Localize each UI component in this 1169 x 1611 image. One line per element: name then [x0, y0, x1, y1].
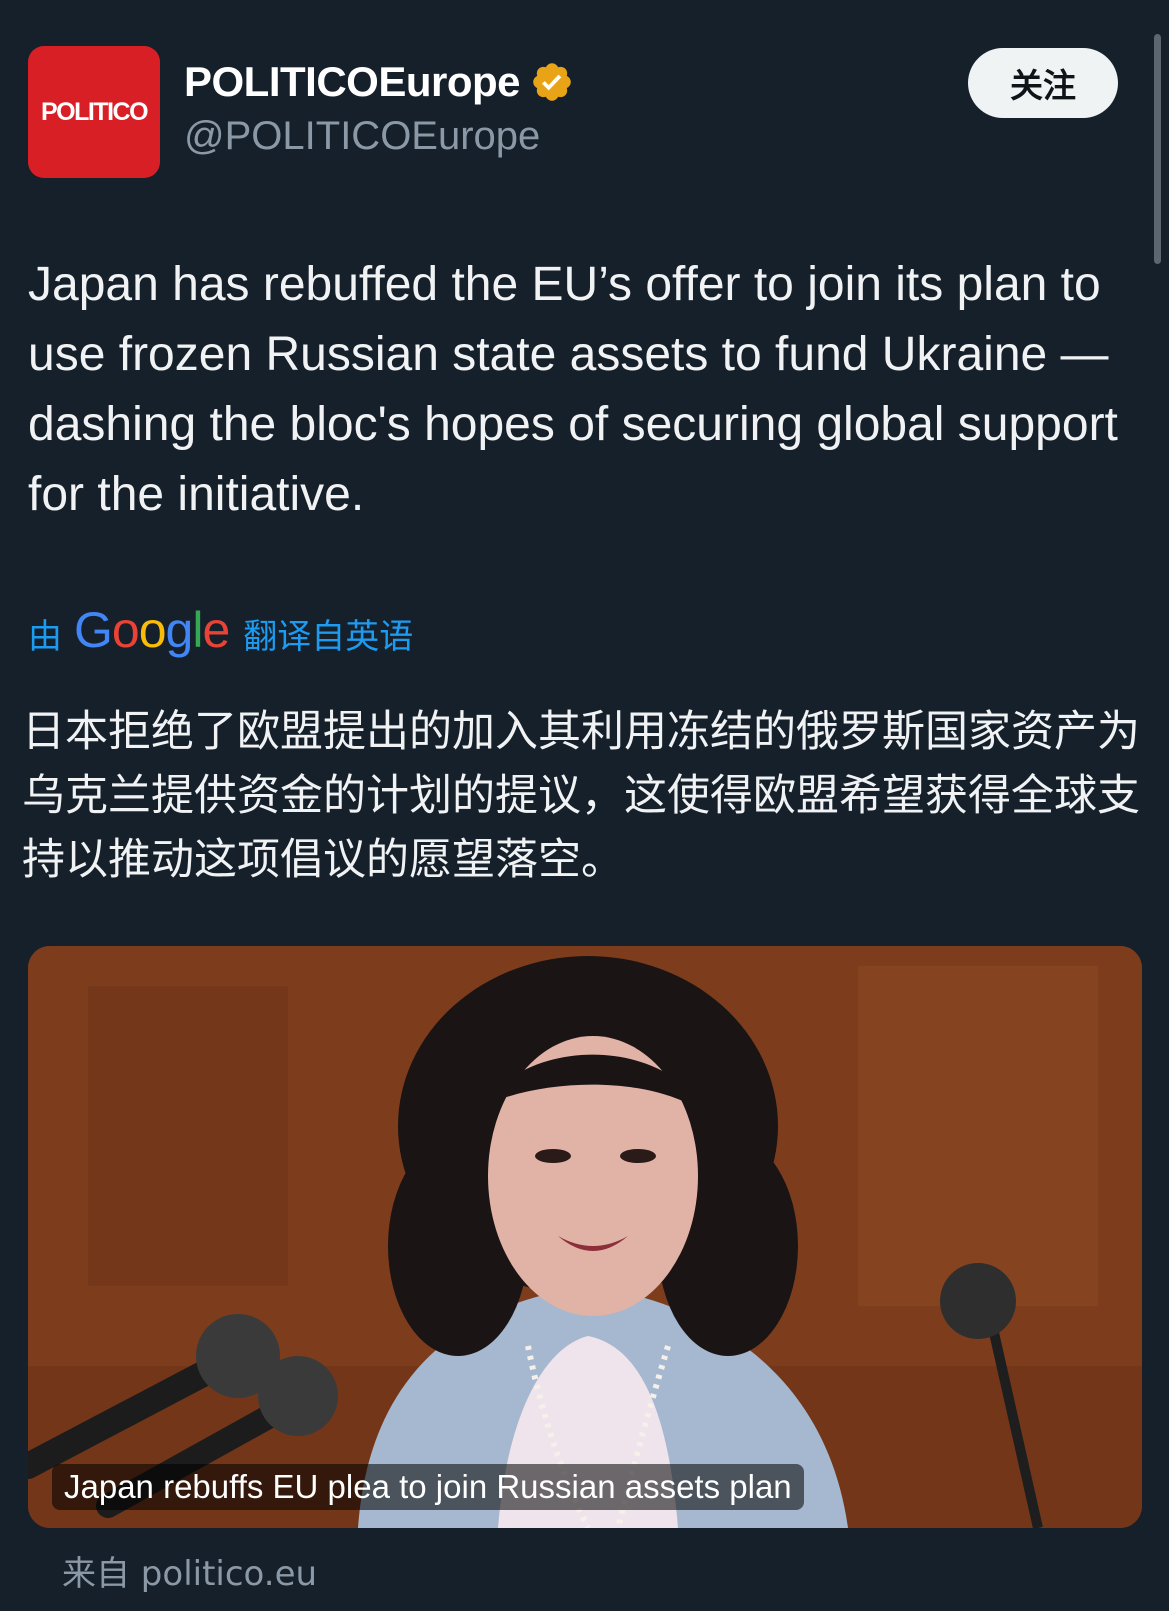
avatar[interactable]: POLITICO — [28, 46, 160, 178]
translation-attribution[interactable]: 由 Google 翻译自英语 — [28, 601, 414, 662]
follow-button[interactable]: 关注 — [968, 48, 1118, 118]
verified-badge-icon — [533, 63, 571, 101]
google-logo-letter: l — [192, 602, 203, 658]
link-card[interactable]: Japan rebuffs EU plea to join Russian as… — [28, 946, 1142, 1528]
card-caption: Japan rebuffs EU plea to join Russian as… — [52, 1464, 804, 1510]
translated-text: 日本拒绝了欧盟提出的加入其利用冻结的俄罗斯国家资产为乌克兰提供资金的计划的提议，… — [22, 707, 1140, 885]
google-logo-letter: o — [111, 602, 140, 658]
card-image — [28, 946, 1142, 1528]
google-logo: Google — [74, 601, 230, 659]
google-logo-letter: e — [202, 602, 230, 658]
avatar-logo-text: POLITICO — [40, 97, 149, 126]
display-name[interactable]: POLITICOEurope — [184, 58, 521, 106]
google-logo-letter: o — [138, 602, 167, 658]
tweet-text: Japan has rebuffed the EU’s offer to joi… — [28, 258, 1118, 521]
account-name-row[interactable]: POLITICOEurope — [184, 58, 574, 106]
scrollbar[interactable] — [1154, 34, 1161, 264]
source-link[interactable]: 来自 politico.eu — [62, 1546, 317, 1595]
google-logo-letter: G — [74, 602, 113, 658]
translation-suffix: 翻译自英语 — [243, 616, 414, 657]
translation-prefix: 由 — [28, 616, 62, 657]
account-handle[interactable]: @POLITICOEurope — [184, 114, 540, 159]
google-logo-letter: g — [165, 602, 194, 658]
